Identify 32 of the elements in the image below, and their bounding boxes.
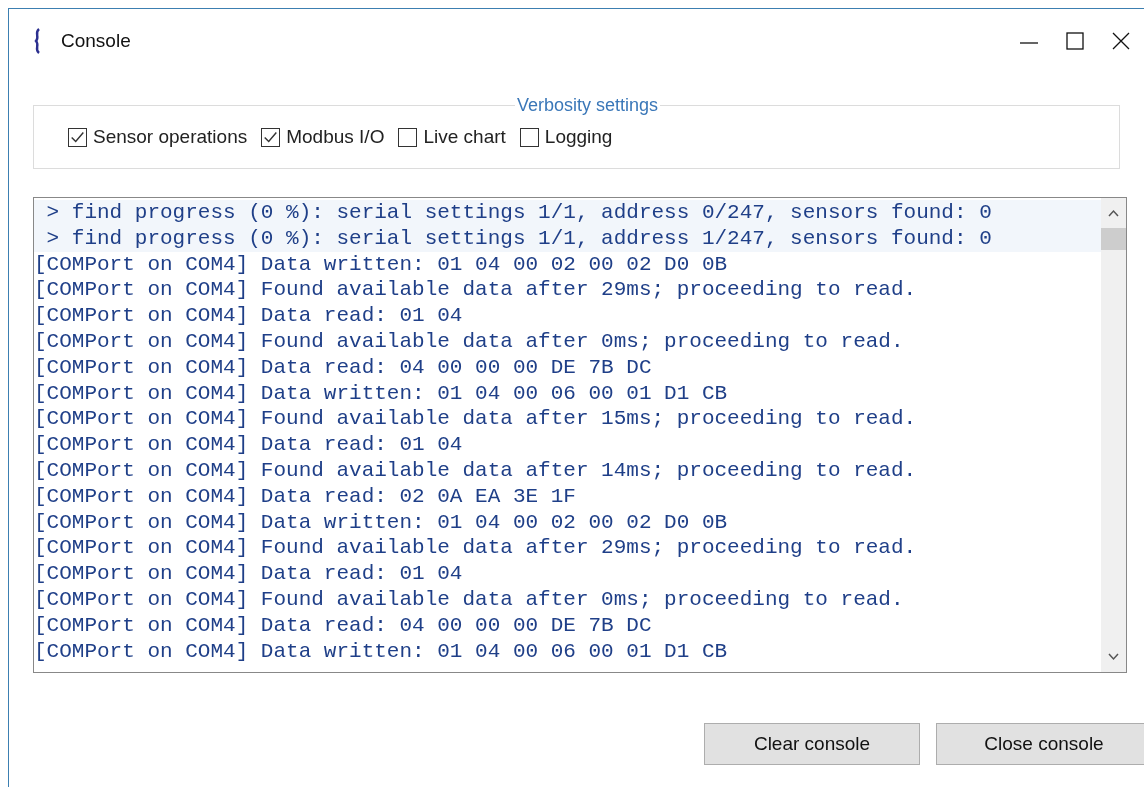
scroll-down-icon[interactable] [1107,652,1120,662]
console-line: [COMPort on COM4] Data read: 02 0A EA 3E 1F [34,483,577,510]
checkbox[interactable] [398,127,418,147]
console-line: [COMPort on COM4] Data written: 01 04 00 02 00 02 D0 0B [34,251,729,278]
checkbox[interactable] [261,127,281,147]
console-line: [COMPort on COM4] Data read: 01 04 [34,303,464,329]
console-line: [COMPort on COM4] Data written: 01 04 00 06 00 01 D1 CB [34,638,729,665]
console-line: [COMPort on COM4] Found available data after 29ms; proceeding to read. [34,535,918,562]
checkbox-label: Live chart [423,126,506,148]
scroll-up-icon[interactable] [1107,208,1120,218]
window-title: Console [61,30,132,52]
clear-button[interactable]: Clear console [704,723,920,765]
console-line: [COMPort on COM4] Data read: 04 00 00 00 DE 7B DC [34,354,653,381]
checkbox[interactable] [68,127,87,147]
console-line: [COMPort on COM4] Found available data after 29ms; proceeding to read. [34,277,918,304]
console-line: [COMPort on COM4] Data written: 01 04 00 06 00 01 D1 CB [34,380,729,407]
checkbox-label: Logging [544,126,613,148]
console-line: [COMPort on COM4] Found available data after 14ms; proceeding to read. [34,457,918,484]
close-button[interactable]: Close console [936,723,1144,765]
console-line: [COMPort on COM4] Found available data after 0ms; proceeding to read. [34,329,905,355]
console-line: [COMPort on COM4] Found available data after 15ms; proceeding to read. [34,406,918,433]
checkbox-label: Sensor operations [93,126,248,148]
console-line: [COMPort on COM4] Data read: 01 04 [34,561,464,587]
console-line: [COMPort on COM4] Data read: 01 04 [34,432,464,458]
console-line: [COMPort on COM4] Found available data after 0ms; proceeding to read. [34,586,905,613]
console-line: [COMPort on COM4] Data written: 01 04 00 02 00 02 D0 0B [34,509,729,536]
group-title: Verbosity settings [515,95,660,116]
scrollbar[interactable] [1101,198,1126,672]
scrollbar-thumb[interactable] [1101,228,1126,250]
checkbox-label: Modbus I/O [286,126,385,148]
checkbox[interactable] [519,127,539,147]
console-line: [COMPort on COM4] Data read: 04 00 00 00 DE 7B DC [34,612,653,639]
